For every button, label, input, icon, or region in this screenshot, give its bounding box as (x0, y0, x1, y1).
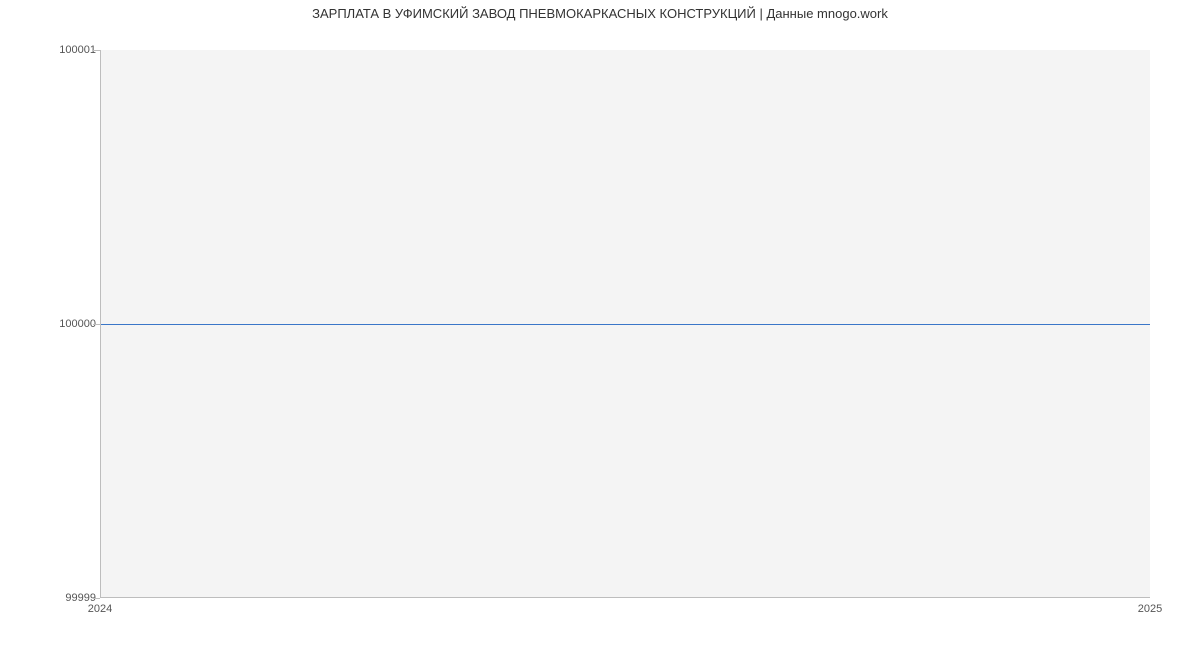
chart-title: ЗАРПЛАТА В УФИМСКИЙ ЗАВОД ПНЕВМОКАРКАСНЫ… (0, 6, 1200, 21)
y-tick-mark (93, 598, 100, 599)
data-series-line (101, 324, 1150, 325)
plot-area (100, 50, 1150, 598)
y-tick-label: 100001 (6, 44, 96, 56)
y-tick-label: 99999 (6, 592, 96, 604)
y-tick-label: 100000 (6, 318, 96, 330)
x-tick-label: 2024 (88, 603, 112, 615)
y-tick-mark (93, 324, 100, 325)
salary-line-chart: ЗАРПЛАТА В УФИМСКИЙ ЗАВОД ПНЕВМОКАРКАСНЫ… (0, 0, 1200, 650)
y-tick-mark (93, 50, 100, 51)
x-tick-label: 2025 (1138, 603, 1162, 615)
